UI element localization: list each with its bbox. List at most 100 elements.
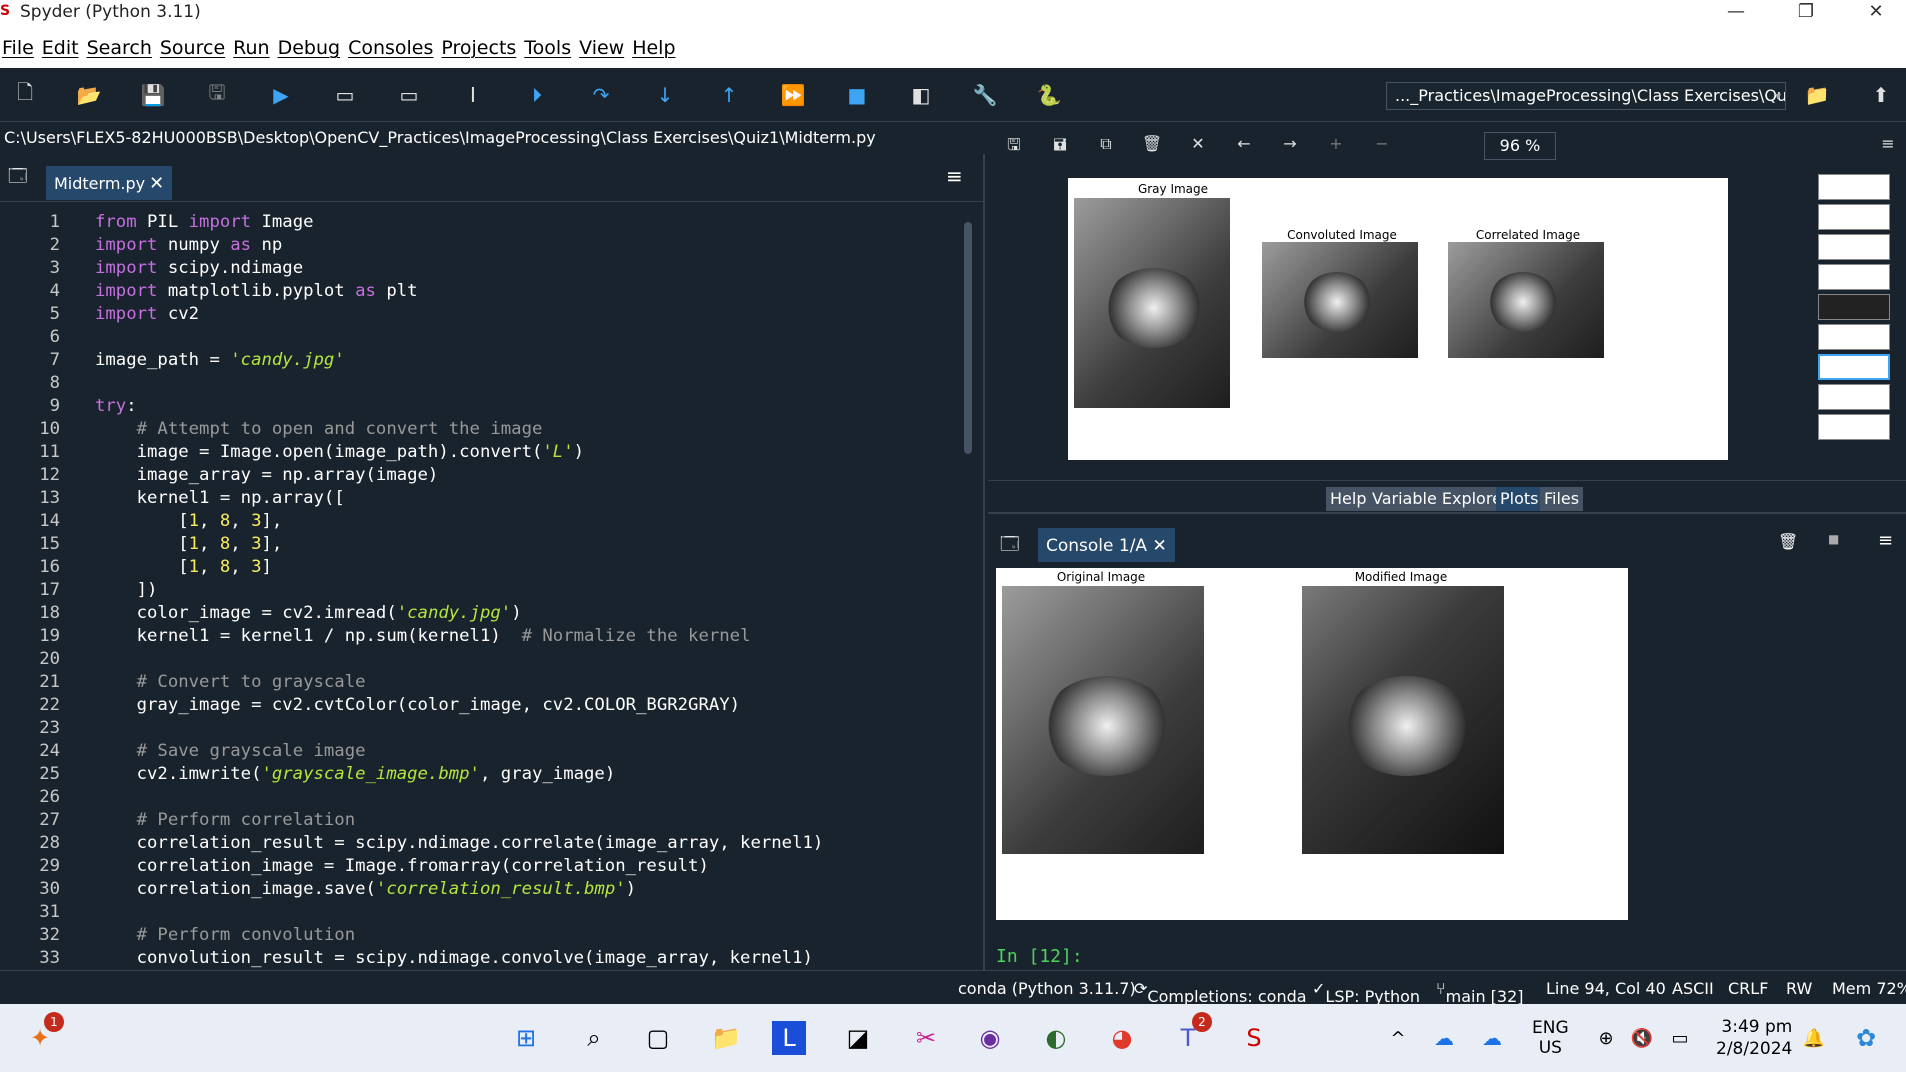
tab-plots[interactable]: Plots bbox=[1496, 487, 1543, 511]
debug-icon[interactable]: ⏵ bbox=[522, 80, 552, 110]
chevron-up-icon[interactable]: ^ bbox=[1378, 1018, 1418, 1058]
menu-help[interactable]: Help bbox=[632, 28, 675, 68]
close-tab-icon[interactable]: ✕ bbox=[149, 173, 164, 194]
zoom-in-icon[interactable]: + bbox=[1324, 134, 1348, 158]
snipping-tool-icon[interactable]: ✂ bbox=[906, 1018, 946, 1058]
teams-icon[interactable]: T2 bbox=[1168, 1012, 1212, 1058]
plot-thumbnail[interactable] bbox=[1818, 324, 1890, 350]
status-git[interactable]: ⑂ main [32] bbox=[1436, 979, 1524, 1006]
plot-thumbnail[interactable] bbox=[1818, 414, 1890, 440]
parent-directory-icon[interactable]: ⬆ bbox=[1866, 80, 1896, 110]
editor-scrollbar[interactable] bbox=[962, 212, 974, 967]
status-lsp[interactable]: ✓ LSP: Python bbox=[1312, 979, 1420, 1006]
previous-plot-icon[interactable]: ← bbox=[1232, 134, 1256, 158]
run-selection-icon[interactable]: I bbox=[458, 80, 488, 110]
code-editor[interactable]: 1 from PIL import Image 2 import numpy as … bbox=[0, 208, 960, 968]
tab-help[interactable]: Help bbox=[1326, 487, 1371, 511]
menu-run[interactable]: Run bbox=[233, 28, 269, 68]
menu-view[interactable]: View bbox=[579, 28, 624, 68]
tab-files[interactable]: Files bbox=[1540, 487, 1584, 511]
menu-source[interactable]: Source bbox=[160, 28, 225, 68]
step-over-icon[interactable]: ↷ bbox=[586, 80, 616, 110]
onedrive-business-icon[interactable]: ☁ bbox=[1472, 1018, 1512, 1058]
delete-plot-icon[interactable]: 🗑 bbox=[1140, 134, 1164, 158]
tab-console[interactable]: Console 1/A ✕ bbox=[1038, 528, 1175, 562]
clock[interactable]: 3:49 pm 2/8/2024 bbox=[1716, 1016, 1792, 1060]
menu-consoles[interactable]: Consoles bbox=[348, 28, 433, 68]
github-icon[interactable]: ◉ bbox=[970, 1018, 1010, 1058]
plot-thumbnail[interactable] bbox=[1818, 174, 1890, 200]
notifications-bell-icon[interactable]: 🔔 bbox=[1794, 1018, 1834, 1058]
menu-edit[interactable]: Edit bbox=[42, 28, 79, 68]
plot-thumbnail[interactable] bbox=[1818, 234, 1890, 260]
plots-options-icon[interactable]: ≡ bbox=[1876, 134, 1900, 158]
copy-plot-icon[interactable]: ⧉ bbox=[1094, 134, 1118, 158]
tab-variable-explorer[interactable]: Variable Explorer bbox=[1368, 487, 1513, 511]
start-icon[interactable]: ⊞ bbox=[506, 1018, 546, 1058]
zoom-level[interactable]: 96 % bbox=[1484, 132, 1556, 160]
restore-button[interactable]: ❐ bbox=[1786, 0, 1826, 28]
menu-search[interactable]: Search bbox=[87, 28, 152, 68]
network-icon[interactable]: ⊕ bbox=[1586, 1018, 1626, 1058]
language-indicator[interactable]: ENG US bbox=[1532, 1018, 1569, 1058]
console-scrollbar[interactable] bbox=[1896, 568, 1906, 958]
task-view-icon[interactable]: ▢ bbox=[638, 1018, 678, 1058]
sticky-notes-icon[interactable]: ◪ bbox=[838, 1018, 878, 1058]
close-window-button[interactable]: ✕ bbox=[1856, 0, 1896, 28]
battery-icon[interactable]: ▭ bbox=[1660, 1018, 1700, 1058]
browse-tabs-icon[interactable]: 🗔 bbox=[1000, 532, 1020, 562]
stop-icon[interactable]: ■ bbox=[842, 80, 872, 110]
app-icon[interactable]: ◐ bbox=[1036, 1018, 1076, 1058]
open-file-icon[interactable]: 📂 bbox=[74, 80, 104, 110]
plot-thumbnail[interactable] bbox=[1818, 204, 1890, 230]
console-options-icon[interactable]: ≡ bbox=[1878, 530, 1893, 551]
save-all-plots-icon[interactable]: 🖬 bbox=[1048, 134, 1072, 158]
zoom-out-icon[interactable]: − bbox=[1370, 134, 1394, 158]
run-cell-advance-icon[interactable]: ▭ bbox=[394, 80, 424, 110]
notification-app-icon[interactable]: ✦ 1 bbox=[20, 1012, 64, 1058]
onedrive-icon[interactable]: ☁ bbox=[1424, 1018, 1464, 1058]
tab-midterm[interactable]: Midterm.py ✕ bbox=[46, 166, 173, 200]
status-env[interactable]: conda (Python 3.11.7) bbox=[958, 979, 1136, 998]
copilot-icon[interactable]: ✿ bbox=[1846, 1018, 1886, 1058]
search-icon[interactable]: ⌕ bbox=[574, 1018, 614, 1058]
minimize-button[interactable]: — bbox=[1716, 0, 1756, 28]
plot-thumbnail[interactable] bbox=[1818, 294, 1890, 320]
working-directory-combo[interactable]: ..._Practices\ImageProcessing\Class Exer… bbox=[1386, 82, 1786, 110]
chevron-down-icon[interactable]: ▾ bbox=[1775, 83, 1781, 109]
browse-tabs-icon[interactable]: 🗔 bbox=[8, 164, 28, 194]
preferences-wrench-icon[interactable]: 🔧 bbox=[970, 80, 1000, 110]
step-into-icon[interactable]: ↓ bbox=[650, 80, 680, 110]
plot-thumbnail-selected[interactable] bbox=[1818, 354, 1890, 380]
save-plot-icon[interactable]: 🖫 bbox=[1002, 134, 1026, 158]
maximize-pane-icon[interactable]: ◧ bbox=[906, 80, 936, 110]
delete-all-plots-icon[interactable]: ✕ bbox=[1186, 134, 1210, 158]
step-return-icon[interactable]: ↑ bbox=[714, 80, 744, 110]
console-prompt[interactable]: In [12]: bbox=[996, 946, 1083, 967]
python-path-icon[interactable]: 🐍 bbox=[1034, 80, 1064, 110]
menu-file[interactable]: File bbox=[2, 28, 34, 68]
close-tab-icon[interactable]: ✕ bbox=[1152, 536, 1166, 556]
run-icon[interactable]: ▶ bbox=[266, 80, 296, 110]
options-menu-icon[interactable]: ≡ bbox=[946, 164, 963, 188]
status-completions[interactable]: ⟳ Completions: conda bbox=[1134, 979, 1307, 1006]
spyder-taskbar-icon[interactable]: S bbox=[1234, 1018, 1274, 1058]
plot-thumbnail[interactable] bbox=[1818, 264, 1890, 290]
menu-debug[interactable]: Debug bbox=[278, 28, 340, 68]
new-file-icon[interactable]: 🗋 bbox=[10, 80, 40, 110]
remove-all-variables-icon[interactable]: 🗑 bbox=[1778, 532, 1798, 551]
plot-thumbnail[interactable] bbox=[1818, 384, 1890, 410]
menu-projects[interactable]: Projects bbox=[441, 28, 516, 68]
browse-folder-icon[interactable]: 📁 bbox=[1802, 80, 1832, 110]
l-app-icon[interactable]: L bbox=[772, 1021, 806, 1055]
chrome-icon[interactable]: ◕ bbox=[1102, 1018, 1142, 1058]
menu-tools[interactable]: Tools bbox=[524, 28, 571, 68]
run-cell-icon[interactable]: ▭ bbox=[330, 80, 360, 110]
volume-mute-icon[interactable]: 🔇 bbox=[1622, 1018, 1662, 1058]
save-icon[interactable]: 💾 bbox=[138, 80, 168, 110]
scrollbar-thumb[interactable] bbox=[964, 222, 972, 454]
save-all-icon[interactable]: 🖫 bbox=[202, 80, 232, 110]
next-plot-icon[interactable]: → bbox=[1278, 134, 1302, 158]
continue-icon[interactable]: ⏩ bbox=[778, 80, 808, 110]
file-explorer-icon[interactable]: 📁 bbox=[706, 1018, 746, 1058]
